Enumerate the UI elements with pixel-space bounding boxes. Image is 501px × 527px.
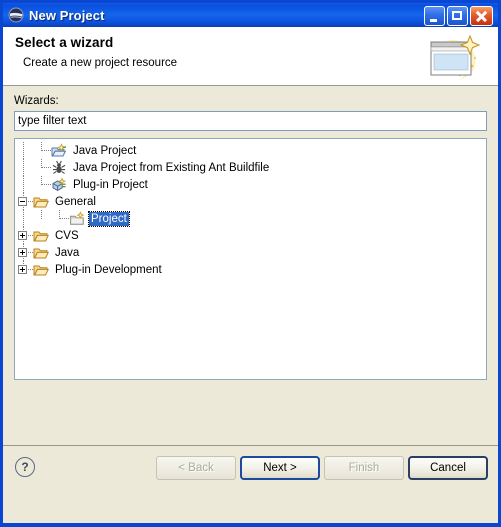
tree-indent [33,210,51,227]
folder-open-icon [33,245,49,261]
dialog-footer: ? < Back Next > Finish Cancel [3,445,498,493]
tree-item-java-project[interactable]: Java Project [15,142,486,159]
back-button: < Back [156,456,236,480]
expand-icon[interactable] [18,265,27,274]
folder-open-icon [33,194,49,210]
tree-item-java[interactable]: Java [15,244,486,261]
collapse-icon[interactable] [18,197,27,206]
new-project-dialog: Select a wizard Create a new project res… [0,27,501,527]
tree-gutter [15,261,33,278]
cancel-button[interactable]: Cancel [408,456,488,480]
tree-gutter [15,210,33,227]
tree-item-label: Plug-in Project [73,178,148,191]
maximize-button[interactable] [447,6,468,26]
tree-item-java-project-from-existing-ant-buildfile[interactable]: Java Project from Existing Ant Buildfile [15,159,486,176]
window-title: New Project [29,7,105,23]
tree-item-label: Project [88,210,130,227]
close-button[interactable] [470,6,493,26]
tree-item-plug-in-project[interactable]: Plug-in Project [15,176,486,193]
ant-buildfile-icon [51,160,67,176]
new-project-wizard-icon [425,32,487,84]
tree-item-general[interactable]: General [15,193,486,210]
tree-item-label: General [55,195,96,208]
help-icon[interactable]: ? [15,457,35,477]
tree-item-label: Java Project from Existing Ant Buildfile [73,161,270,174]
search-input[interactable] [14,111,487,131]
folder-open-icon [33,262,49,278]
tree-item-label: Plug-in Development [55,263,162,276]
tree-gutter [15,227,33,244]
java-project-icon [51,142,67,159]
tree-item-label: Java Project [73,144,137,157]
tree-gutter [15,244,33,261]
wizard-header: Select a wizard Create a new project res… [3,27,498,86]
wizards-label: Wizards: [14,95,59,107]
tree-gutter [15,142,33,159]
tree-item-cvs[interactable]: CVS [15,227,486,244]
tree-connector [51,210,69,227]
tree-gutter [15,159,33,176]
expand-icon[interactable] [18,231,27,240]
tree-connector [33,176,51,193]
project-icon [69,210,85,227]
next-button[interactable]: Next > [240,456,320,480]
tree-item-project[interactable]: Project [15,210,486,227]
plugin-project-icon [51,176,67,193]
tree-item-label: Java [55,246,80,259]
folder-open-icon [33,228,49,244]
footer-buttons: < Back Next > Finish Cancel [156,456,488,480]
tree-connector [33,159,51,176]
tree-gutter [15,193,33,210]
finish-button: Finish [324,456,404,480]
tree-gutter [15,176,33,193]
tree-connector [33,142,51,159]
title-bar[interactable]: New Project [0,0,501,27]
tree-item-plug-in-development[interactable]: Plug-in Development [15,261,486,278]
dialog-body: Wizards: Java Project Java Project from E… [3,86,498,445]
tree-item-label: CVS [55,229,79,242]
expand-icon[interactable] [18,248,27,257]
wizard-tree[interactable]: Java Project Java Project from Existing A… [14,138,487,380]
minimize-button[interactable] [424,6,445,26]
eclipse-globe-icon [8,7,24,23]
window-controls [424,6,493,26]
